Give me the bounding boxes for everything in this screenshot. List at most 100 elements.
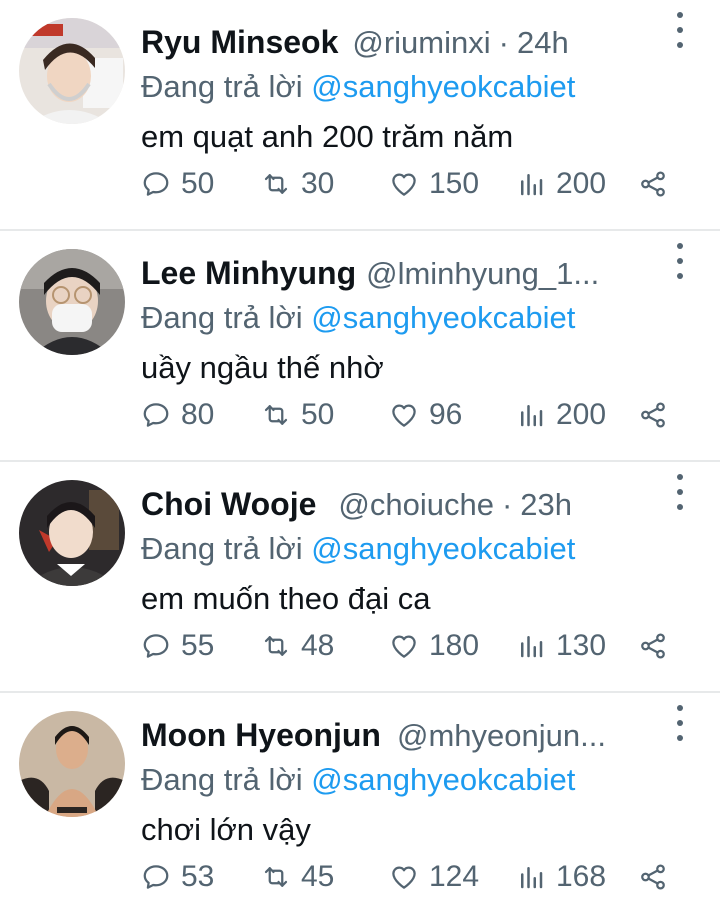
retweet-icon	[264, 405, 288, 425]
share-icon	[641, 864, 665, 890]
reply-count: 80	[181, 398, 215, 431]
reply-count: 55	[181, 629, 215, 662]
views-icon	[521, 867, 543, 889]
like-button[interactable]: 150	[389, 164, 479, 204]
reply-icon	[143, 403, 169, 427]
separator-dot: ·	[501, 487, 513, 522]
retweet-button[interactable]: 30	[261, 164, 334, 204]
views-count: 200	[556, 398, 607, 431]
replying-label: Đang trả lời	[141, 762, 303, 797]
views-icon	[521, 174, 543, 196]
replying-label: Đang trả lời	[141, 69, 303, 104]
replying-label: Đang trả lời	[141, 300, 303, 335]
action-bar: 55 48 180 130	[141, 626, 681, 666]
views-count: 130	[556, 629, 607, 662]
more-options-icon[interactable]	[668, 243, 692, 279]
replying-to: Đang trả lời @sanghyeokcabiet	[141, 528, 720, 570]
more-options-icon[interactable]	[668, 474, 692, 510]
tweet-text: uầy ngầu thế nhờ	[141, 350, 384, 385]
tweet[interactable]: Lee Minhyung @lminhyung_1... Đang trả lờ…	[0, 231, 720, 462]
tweet-text: em quạt anh 200 trăm năm	[141, 119, 514, 154]
views-button[interactable]: 130	[516, 626, 606, 666]
retweet-count: 45	[301, 860, 335, 893]
views-count: 168	[556, 860, 607, 893]
tweet-text: chơi lớn vậy	[141, 812, 311, 847]
retweet-icon	[264, 174, 288, 194]
heart-icon	[392, 404, 416, 427]
tweet[interactable]: Choi Wooje @choiuche · 23h Đang trả lời …	[0, 462, 720, 693]
action-bar: 50 30 150 200	[141, 164, 681, 204]
share-button[interactable]	[638, 164, 668, 204]
share-icon	[641, 402, 665, 428]
heart-icon	[392, 173, 416, 196]
retweet-count: 50	[301, 398, 335, 431]
share-icon	[641, 171, 665, 197]
views-button[interactable]: 168	[516, 857, 606, 897]
retweet-count: 48	[301, 629, 335, 662]
like-count: 124	[429, 860, 480, 893]
retweet-button[interactable]: 45	[261, 857, 334, 897]
retweet-count: 30	[301, 167, 335, 200]
user-handle[interactable]: @choiuche	[338, 481, 494, 529]
retweet-icon	[264, 867, 288, 887]
user-handle[interactable]: @riuminxi	[352, 19, 490, 67]
display-name[interactable]: Lee Minhyung	[141, 249, 356, 297]
like-count: 96	[429, 398, 463, 431]
reply-icon	[143, 865, 169, 889]
tweet[interactable]: Ryu Minseok @riuminxi · 24h Đang trả lời…	[0, 0, 720, 231]
share-button[interactable]	[638, 626, 668, 666]
like-count: 150	[429, 167, 480, 200]
tweet-text: em muốn theo đại ca	[141, 581, 431, 616]
mention-link[interactable]: @sanghyeokcabiet	[311, 531, 575, 566]
retweet-button[interactable]: 48	[261, 626, 334, 666]
share-button[interactable]	[638, 857, 668, 897]
replying-label: Đang trả lời	[141, 531, 303, 566]
action-bar: 80 50 96 200	[141, 395, 681, 435]
replying-to: Đang trả lời @sanghyeokcabiet	[141, 759, 720, 801]
display-name[interactable]: Ryu Minseok	[141, 18, 338, 66]
views-button[interactable]: 200	[516, 164, 606, 204]
share-icon	[641, 633, 665, 659]
timestamp[interactable]: 24h	[517, 19, 569, 67]
avatar[interactable]	[19, 711, 125, 817]
mention-link[interactable]: @sanghyeokcabiet	[311, 762, 575, 797]
reply-feed: Ryu Minseok @riuminxi · 24h Đang trả lời…	[0, 0, 720, 922]
reply-button[interactable]: 50	[141, 164, 214, 204]
replying-to: Đang trả lời @sanghyeokcabiet	[141, 297, 720, 339]
views-count: 200	[556, 167, 607, 200]
reply-count: 53	[181, 860, 215, 893]
avatar[interactable]	[19, 18, 125, 124]
reply-count: 50	[181, 167, 215, 200]
views-button[interactable]: 200	[516, 395, 606, 435]
tweet[interactable]: Moon Hyeonjun @mhyeonjun... Đang trả lời…	[0, 693, 720, 922]
user-handle[interactable]: @mhyeonjun...	[397, 712, 606, 760]
mention-link[interactable]: @sanghyeokcabiet	[311, 69, 575, 104]
like-button[interactable]: 124	[389, 857, 479, 897]
retweet-icon	[264, 636, 288, 656]
reply-button[interactable]: 80	[141, 395, 214, 435]
reply-button[interactable]: 53	[141, 857, 214, 897]
display-name[interactable]: Moon Hyeonjun	[141, 711, 381, 759]
views-icon	[521, 636, 543, 658]
separator-dot: ·	[498, 25, 509, 60]
reply-icon	[143, 634, 169, 658]
like-count: 180	[429, 629, 480, 662]
views-icon	[521, 405, 543, 427]
replying-to: Đang trả lời @sanghyeokcabiet	[141, 66, 720, 108]
reply-icon	[143, 172, 169, 196]
avatar[interactable]	[19, 480, 125, 586]
retweet-button[interactable]: 50	[261, 395, 334, 435]
more-options-icon[interactable]	[668, 12, 692, 48]
mention-link[interactable]: @sanghyeokcabiet	[311, 300, 575, 335]
like-button[interactable]: 180	[389, 626, 479, 666]
display-name[interactable]: Choi Wooje	[141, 480, 316, 528]
avatar[interactable]	[19, 249, 125, 355]
more-options-icon[interactable]	[668, 705, 692, 741]
heart-icon	[392, 635, 416, 658]
share-button[interactable]	[638, 395, 668, 435]
reply-button[interactable]: 55	[141, 626, 214, 666]
timestamp[interactable]: 23h	[520, 481, 572, 529]
user-handle[interactable]: @lminhyung_1...	[366, 250, 599, 298]
action-bar: 53 45 124 168	[141, 857, 681, 897]
like-button[interactable]: 96	[389, 395, 462, 435]
